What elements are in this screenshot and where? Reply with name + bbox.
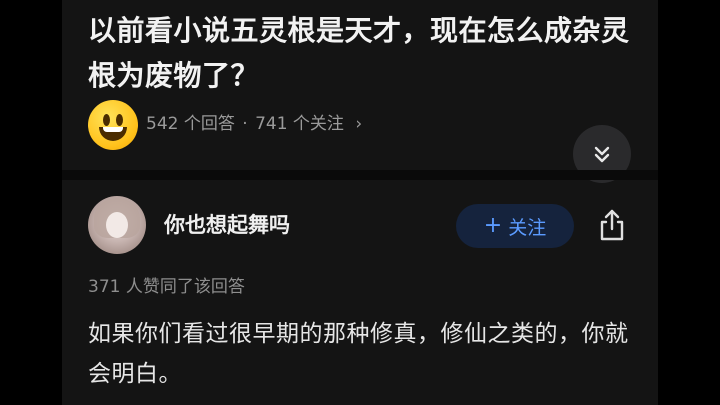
question-stats[interactable]: 542 个回答 · 741 个关注 › [146,113,362,135]
avatar-face [106,212,128,238]
phone-screen: 以前看小说五灵根是天才，现在怎么成杂灵根为废物了？ 542 个回答 · 741 … [62,0,658,405]
likes-count: 371 人赞同了该回答 [88,277,245,297]
avatar[interactable] [88,196,146,254]
chevron-double-down-icon [594,146,610,163]
plus-icon: + [483,213,503,238]
smile-emoji-icon [88,100,138,150]
chevron-right-icon: › [355,114,363,134]
emoji-left-eye [103,114,110,126]
answers-count: 542 个回答 [146,114,235,134]
question-title[interactable]: 以前看小说五灵根是天才，现在怎么成杂灵根为废物了？ [88,8,648,98]
share-icon [600,209,624,241]
follow-label: 关注 [508,216,547,239]
section-divider [62,170,658,180]
follow-button[interactable]: + 关注 [456,204,574,248]
followers-count: 741 个关注 [255,114,344,134]
author-name[interactable]: 你也想起舞吗 [164,212,290,238]
stats-separator: · [242,114,248,134]
share-button[interactable] [592,205,632,245]
emoji-mouth [99,127,127,141]
emoji-right-eye [116,114,123,126]
answer-body[interactable]: 如果你们看过很早期的那种修真，修仙之类的，你就会明白。 [88,314,648,394]
